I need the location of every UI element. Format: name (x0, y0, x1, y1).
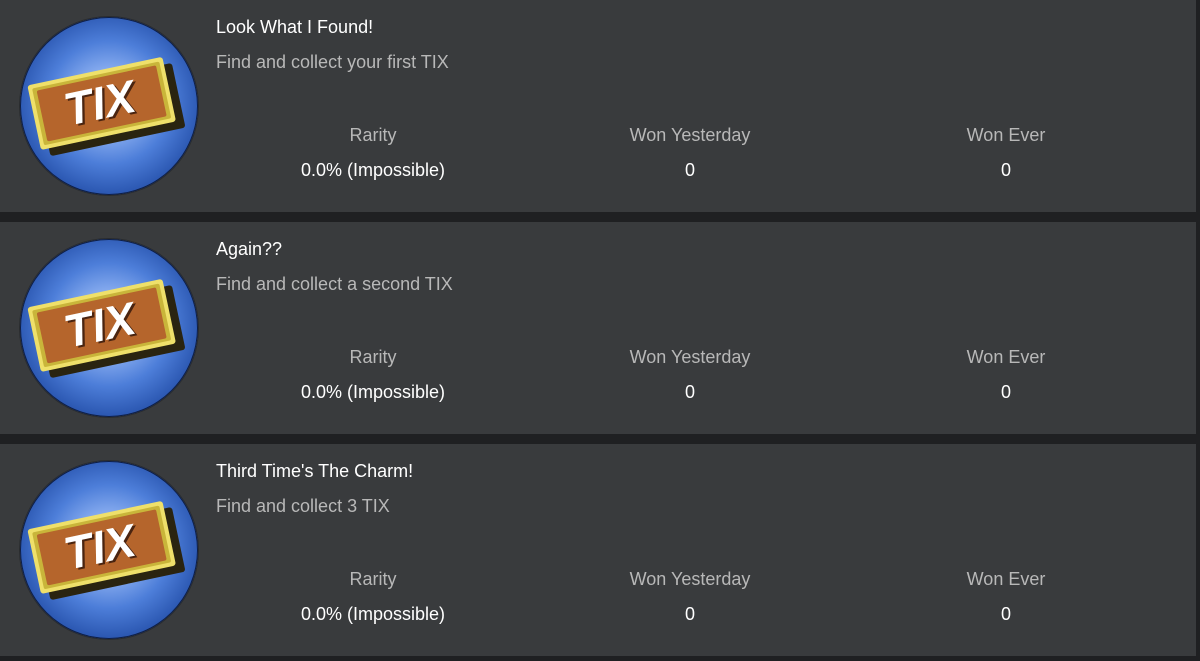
rarity-label: Rarity (349, 125, 397, 145)
won-yesterday-stat: Won Yesterday 0 (560, 124, 820, 181)
rarity-stat: Rarity 0.0% (Impossible) (243, 346, 503, 403)
won-ever-label: Won Ever (966, 347, 1046, 367)
badge-title[interactable]: Look What I Found! (216, 17, 373, 38)
won-ever-stat: Won Ever 0 (876, 568, 1136, 625)
badge-title[interactable]: Again?? (216, 239, 282, 260)
badge-description: Find and collect your first TIX (216, 52, 449, 72)
rarity-label: Rarity (349, 347, 397, 367)
tix-badge-icon[interactable]: TIX TIX (20, 461, 198, 639)
rarity-value: 0.0% (Impossible) (300, 160, 446, 180)
won-yesterday-label: Won Yesterday (629, 569, 751, 589)
won-yesterday-stat: Won Yesterday 0 (560, 346, 820, 403)
won-yesterday-label: Won Yesterday (629, 125, 751, 145)
won-ever-value: 0 (1000, 382, 1011, 402)
badge-description: Find and collect a second TIX (216, 274, 453, 294)
rarity-stat: Rarity 0.0% (Impossible) (243, 568, 503, 625)
badge-list: TIX TIX Look What I Found! Find and coll… (0, 0, 1200, 661)
won-ever-label: Won Ever (966, 569, 1046, 589)
won-yesterday-label: Won Yesterday (629, 347, 751, 367)
rarity-value: 0.0% (Impossible) (300, 604, 446, 624)
won-yesterday-value: 0 (684, 382, 695, 402)
badge-title[interactable]: Third Time's The Charm! (216, 461, 413, 482)
won-ever-value: 0 (1000, 160, 1011, 180)
won-yesterday-value: 0 (684, 604, 695, 624)
won-ever-label: Won Ever (966, 125, 1046, 145)
won-yesterday-value: 0 (684, 160, 695, 180)
tix-badge-icon[interactable]: TIX TIX (20, 17, 198, 195)
badge-card[interactable]: TIX TIX Third Time's The Charm! Find and… (0, 444, 1196, 656)
tix-badge-icon[interactable]: TIX TIX (20, 239, 198, 417)
badge-card[interactable]: TIX TIX Again?? Find and collect a secon… (0, 222, 1196, 434)
rarity-label: Rarity (349, 569, 397, 589)
won-ever-stat: Won Ever 0 (876, 124, 1136, 181)
won-ever-stat: Won Ever 0 (876, 346, 1136, 403)
rarity-value: 0.0% (Impossible) (300, 382, 446, 402)
won-ever-value: 0 (1000, 604, 1011, 624)
rarity-stat: Rarity 0.0% (Impossible) (243, 124, 503, 181)
badge-description: Find and collect 3 TIX (216, 496, 390, 516)
badge-card[interactable]: TIX TIX Look What I Found! Find and coll… (0, 0, 1196, 212)
won-yesterday-stat: Won Yesterday 0 (560, 568, 820, 625)
